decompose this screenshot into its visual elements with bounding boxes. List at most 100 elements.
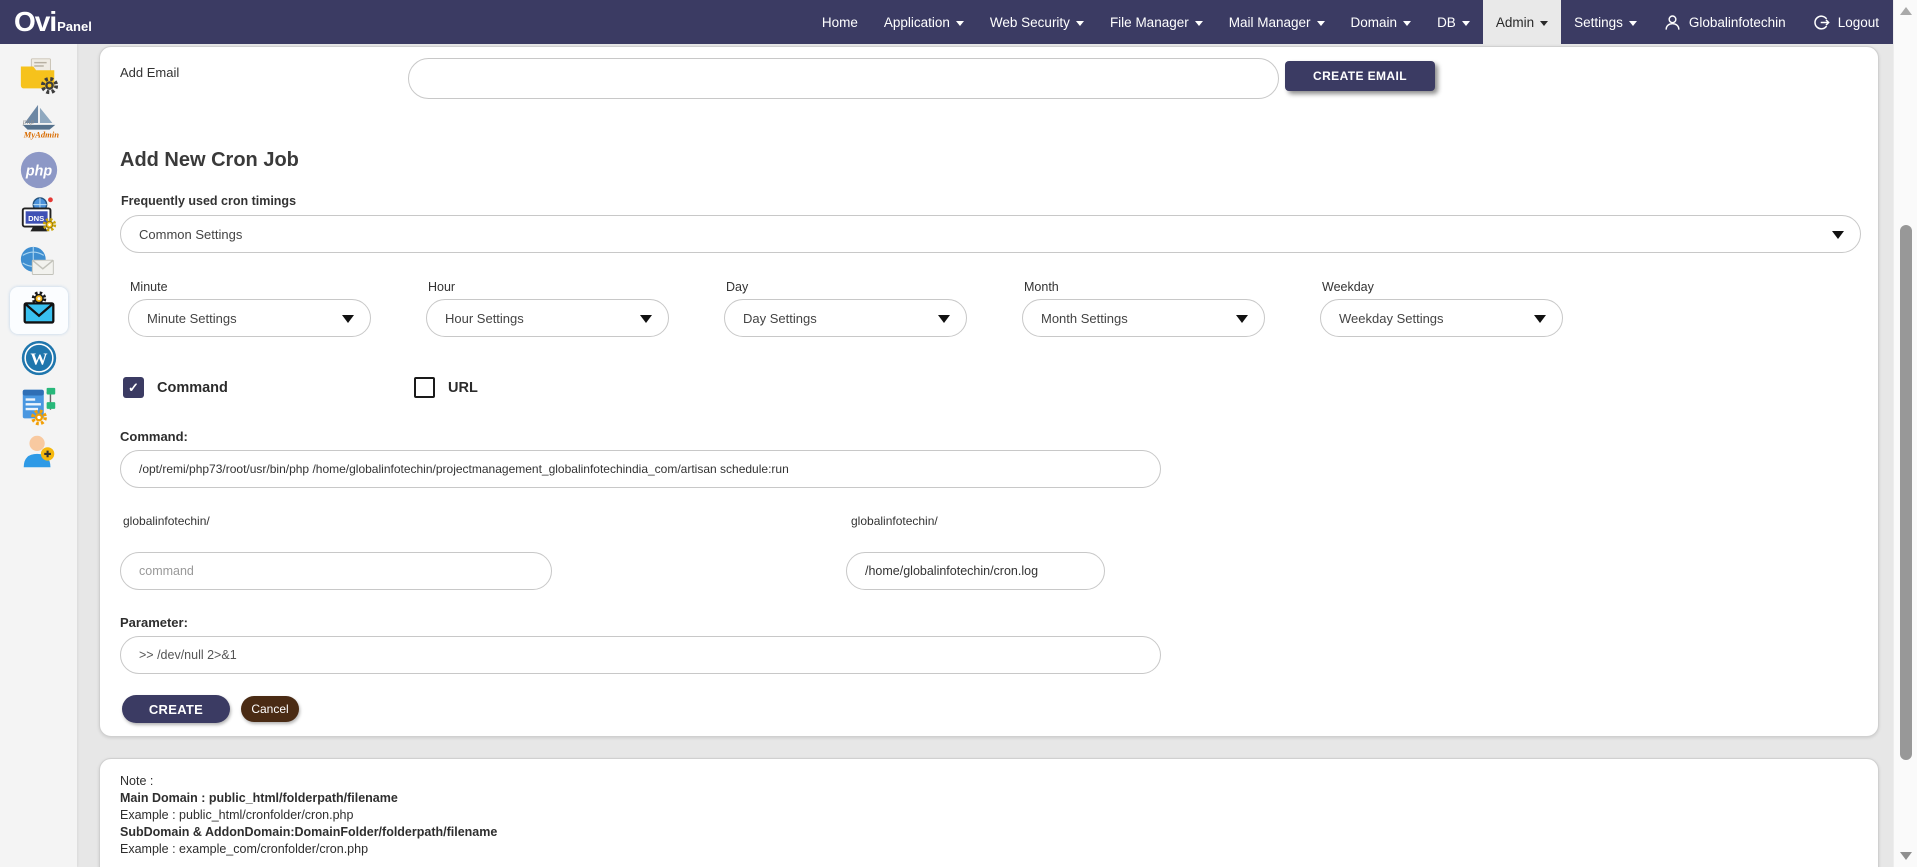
phpmyadmin-icon: php MyAdmin — [18, 102, 60, 144]
svg-text:MyAdmin: MyAdmin — [22, 129, 59, 139]
weekday-select[interactable]: Weekday Settings — [1320, 299, 1563, 337]
nav-logout-label: Logout — [1838, 15, 1879, 30]
chevron-down-icon — [1534, 315, 1546, 323]
note-subdomain: SubDomain & AddonDomain:DomainFolder/fol… — [120, 824, 1858, 841]
app-sidebar: php MyAdmin php DNS — [0, 44, 77, 867]
main-content: Add Email CREATE EMAIL Add New Cron Job … — [77, 44, 1893, 867]
caret-down-icon — [1317, 21, 1325, 26]
nav-item-file-manager[interactable]: File Manager — [1097, 0, 1216, 44]
caret-down-icon — [1540, 21, 1548, 26]
hour-select[interactable]: Hour Settings — [426, 299, 669, 337]
webmail-icon — [18, 243, 60, 285]
nav-item-mail-manager[interactable]: Mail Manager — [1216, 0, 1338, 44]
nav-username: Globalinfotechin — [1689, 15, 1786, 30]
logout-icon — [1812, 13, 1831, 32]
command-input[interactable] — [120, 450, 1161, 488]
url-checkbox[interactable] — [414, 377, 435, 398]
caret-down-icon — [956, 21, 964, 26]
sidebar-item-cron-email[interactable] — [10, 287, 68, 334]
sidebar-item-file-manager[interactable] — [10, 52, 68, 99]
nav-menu: Home Application Web Security File Manag… — [809, 0, 1893, 44]
sidebar-item-webmail[interactable] — [10, 240, 68, 287]
caret-down-icon — [1629, 21, 1637, 26]
add-email-label: Add Email — [120, 65, 179, 80]
caret-down-icon — [1195, 21, 1203, 26]
add-email-input[interactable] — [408, 58, 1279, 99]
nav-item-web-security[interactable]: Web Security — [977, 0, 1097, 44]
chevron-down-icon — [342, 315, 354, 323]
nav-item-home[interactable]: Home — [809, 0, 871, 44]
nav-item-settings[interactable]: Settings — [1561, 0, 1650, 44]
common-settings-select[interactable]: Common Settings — [120, 215, 1861, 253]
weekday-label: Weekday — [1320, 280, 1563, 294]
minute-select[interactable]: Minute Settings — [128, 299, 371, 337]
minute-select-group: Minute Minute Settings — [128, 280, 371, 337]
svg-text:php: php — [24, 163, 51, 179]
cron-timing-selects: Minute Minute Settings Hour Hour Setting… — [128, 280, 1563, 337]
scrollbar-thumb[interactable] — [1900, 225, 1912, 760]
month-select-group: Month Month Settings — [1022, 280, 1265, 337]
nav-item-application[interactable]: Application — [871, 0, 977, 44]
note-title: Note : — [120, 773, 1858, 790]
chevron-down-icon — [1832, 231, 1844, 239]
month-select[interactable]: Month Settings — [1022, 299, 1265, 337]
php-icon: php — [18, 149, 60, 191]
command-checkbox[interactable]: ✓ — [123, 377, 144, 398]
sidebar-item-php[interactable]: php — [10, 146, 68, 193]
sidebar-item-add-user[interactable] — [10, 428, 68, 475]
hour-select-group: Hour Hour Settings — [426, 280, 669, 337]
svg-text:DNS: DNS — [28, 213, 44, 222]
dns-icon: DNS — [18, 196, 60, 238]
cron-timings-label: Frequently used cron timings — [121, 194, 296, 208]
parameter-field-label: Parameter: — [120, 615, 188, 630]
path-prefix-left: globalinfotechin/ — [123, 514, 210, 528]
sidebar-item-wordpress[interactable]: W — [10, 334, 68, 381]
nav-logout[interactable]: Logout — [1799, 0, 1893, 44]
command-checkbox-label: Command — [157, 380, 228, 396]
scrollbar-down-arrow-icon[interactable] — [1900, 852, 1912, 860]
command-short-input[interactable] — [120, 552, 552, 590]
common-settings-value: Common Settings — [139, 227, 242, 242]
top-navbar: Ovi Panel Home Application Web Security … — [0, 0, 1893, 44]
caret-down-icon — [1462, 21, 1470, 26]
nav-user-account[interactable]: Globalinfotechin — [1650, 0, 1799, 44]
file-manager-icon — [18, 55, 60, 97]
page-title: Add New Cron Job — [120, 149, 299, 172]
month-label: Month — [1022, 280, 1265, 294]
hour-label: Hour — [426, 280, 669, 294]
url-checkbox-group[interactable]: URL — [414, 377, 478, 398]
path-prefix-right: globalinfotechin/ — [851, 514, 938, 528]
site-builder-icon — [18, 384, 60, 426]
minute-label: Minute — [128, 280, 371, 294]
create-email-button[interactable]: CREATE EMAIL — [1285, 61, 1435, 91]
note-example-1: Example : public_html/cronfolder/cron.ph… — [120, 807, 1858, 824]
sidebar-item-dns[interactable]: DNS — [10, 193, 68, 240]
cron-email-icon — [18, 290, 60, 332]
logo-main-text: Ovi — [14, 6, 56, 38]
note-card: Note : Main Domain : public_html/folderp… — [99, 758, 1879, 867]
parameter-input[interactable] — [120, 636, 1161, 674]
chevron-down-icon — [640, 315, 652, 323]
day-select[interactable]: Day Settings — [724, 299, 967, 337]
sidebar-item-phpmyadmin[interactable]: php MyAdmin — [10, 99, 68, 146]
create-cron-button[interactable]: CREATE — [122, 695, 230, 723]
wordpress-icon: W — [18, 337, 60, 379]
svg-text:W: W — [30, 349, 47, 368]
nav-item-admin[interactable]: Admin — [1483, 0, 1561, 44]
chevron-down-icon — [1236, 315, 1248, 323]
cancel-button[interactable]: Cancel — [241, 696, 299, 722]
command-field-label: Command: — [120, 429, 188, 444]
ovipanel-logo[interactable]: Ovi Panel — [0, 6, 92, 38]
note-main-domain: Main Domain : public_html/folderpath/fil… — [120, 790, 1858, 807]
svg-text:php: php — [21, 116, 34, 125]
chevron-down-icon — [938, 315, 950, 323]
scrollbar-up-arrow-icon[interactable] — [1900, 7, 1912, 15]
add-user-icon — [18, 431, 60, 473]
cron-log-input[interactable] — [846, 552, 1105, 590]
page-scrollbar[interactable] — [1893, 0, 1917, 867]
sidebar-item-site-builder[interactable] — [10, 381, 68, 428]
command-checkbox-group[interactable]: ✓ Command — [123, 377, 228, 398]
nav-item-domain[interactable]: Domain — [1338, 0, 1425, 44]
cron-form-card: Add Email CREATE EMAIL Add New Cron Job … — [99, 46, 1879, 737]
nav-item-db[interactable]: DB — [1424, 0, 1483, 44]
